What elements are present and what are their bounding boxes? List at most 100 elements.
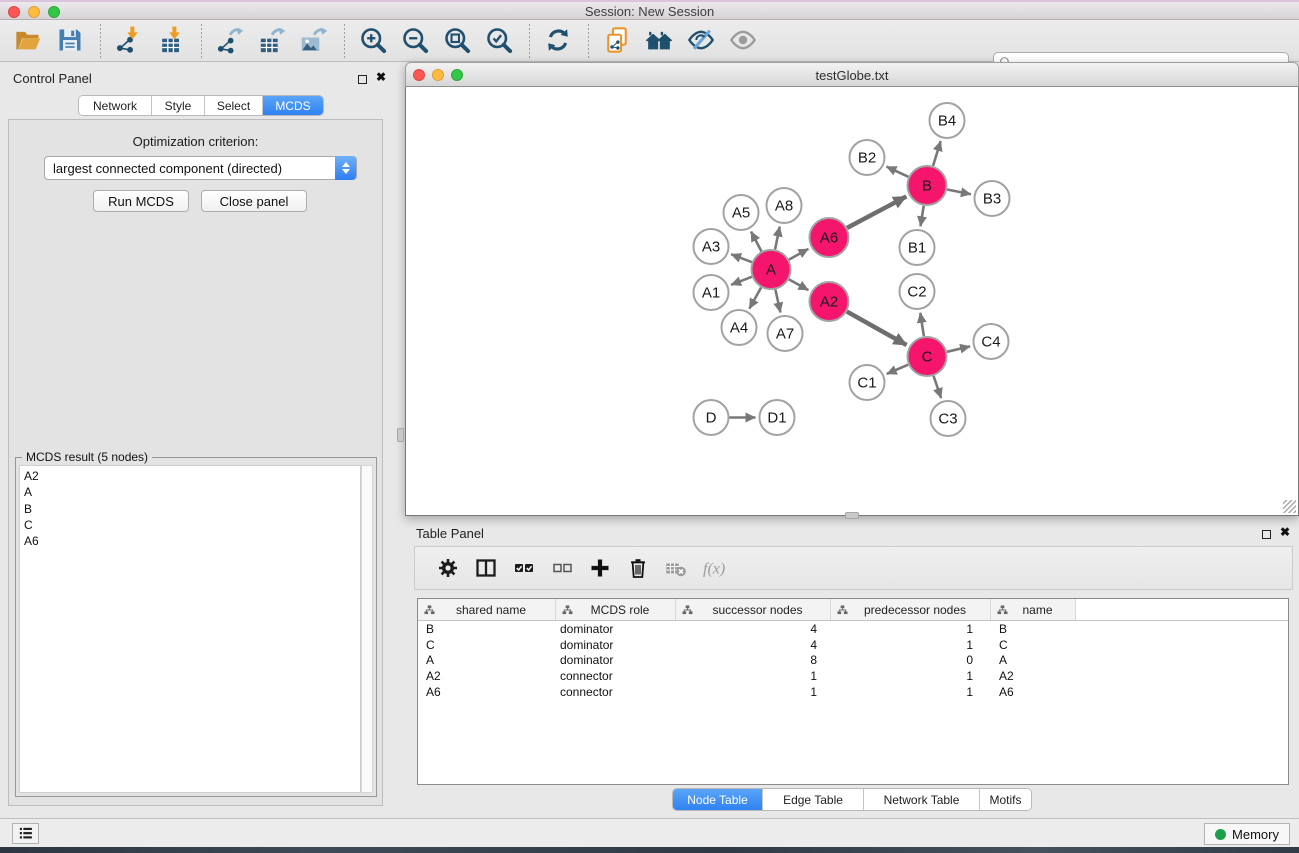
edge-C-C2[interactable] [920,313,924,336]
manage-styles-button[interactable] [603,26,633,56]
zoom-in-button[interactable] [359,26,389,56]
horizontal-scrollbar-thumb[interactable] [845,512,859,519]
function-builder-button[interactable]: f(x) [697,553,731,583]
export-network-button[interactable] [216,26,246,56]
table-row[interactable]: Cdominator41C [418,637,1288,653]
node-B3[interactable]: B3 [975,181,1010,216]
column-header-shared-name[interactable]: shared name [418,599,556,620]
close-table-panel-icon[interactable]: ✖ [1280,525,1290,539]
edge-B-B2[interactable] [886,167,908,177]
tab-style[interactable]: Style [152,96,205,115]
column-header-MCDS-role[interactable]: MCDS role [556,599,676,620]
close-panel-icon[interactable]: ✖ [376,70,386,84]
mcds-result-list[interactable]: A2ABCA6 [19,465,361,793]
node-A3[interactable]: A3 [694,229,729,264]
open-session-button[interactable] [14,26,44,56]
edge-C-C1[interactable] [887,365,908,374]
close-panel-button[interactable]: Close panel [201,190,307,212]
node-B2[interactable]: B2 [850,140,885,175]
node-A6[interactable]: A6 [810,218,849,257]
select-all-checkboxes-button[interactable] [507,553,541,583]
table-row[interactable]: Bdominator41B [418,621,1288,637]
node-table[interactable]: shared nameMCDS rolesuccessor nodesprede… [417,598,1289,785]
network-window-titlebar[interactable]: testGlobe.txt [405,62,1299,87]
tab-edge-table[interactable]: Edge Table [763,789,864,810]
import-table-button[interactable] [157,26,187,56]
edge-A-A5[interactable] [751,232,761,252]
node-B4[interactable]: B4 [930,103,965,138]
add-column-button[interactable] [583,553,617,583]
edge-A-A6[interactable] [789,249,808,260]
show-hide-graphics-details-button[interactable] [687,26,717,56]
node-A5[interactable]: A5 [724,195,759,230]
task-history-button[interactable] [12,823,39,844]
node-D1[interactable]: D1 [760,400,795,435]
mcds-result-item[interactable]: B [24,501,360,517]
import-network-button[interactable] [115,26,145,56]
edge-C-C4[interactable] [947,346,970,351]
resize-grip-icon[interactable] [1283,500,1296,513]
export-table-button[interactable] [258,26,288,56]
mcds-result-item[interactable]: A6 [24,533,360,549]
mcds-result-item[interactable]: A2 [24,468,360,484]
table-row[interactable]: A6connector11A6 [418,684,1288,700]
node-D[interactable]: D [694,400,729,435]
node-A2[interactable]: A2 [810,282,849,321]
float-table-panel-icon[interactable] [1262,530,1271,539]
network-canvas[interactable]: A5A8A6A3AA1A4A7A2B2B4BB3B1C2CC4C1C3DD1 [405,87,1299,516]
delete-columns-button[interactable] [621,553,655,583]
node-B1[interactable]: B1 [900,230,935,265]
zoom-fit-content-button[interactable] [443,26,473,56]
edge-B-B4[interactable] [933,141,941,166]
edge-A2-C[interactable] [847,312,907,345]
node-A4[interactable]: A4 [722,310,757,345]
tab-node-table[interactable]: Node Table [673,789,763,810]
node-B[interactable]: B [908,166,947,205]
edge-A-A4[interactable] [749,287,761,308]
node-A1[interactable]: A1 [694,275,729,310]
edge-B-B3[interactable] [947,190,971,195]
tab-network[interactable]: Network [79,96,152,115]
zoom-selected-region-button[interactable] [485,26,515,56]
tab-network-table[interactable]: Network Table [864,789,980,810]
deselect-all-checkboxes-button[interactable] [545,553,579,583]
node-C2[interactable]: C2 [900,274,935,309]
node-C3[interactable]: C3 [931,401,966,436]
mcds-result-item[interactable]: C [24,517,360,533]
edge-A-A7[interactable] [775,290,780,313]
mcds-result-item[interactable]: A [24,484,360,500]
edge-A-A8[interactable] [775,227,780,250]
edge-A6-B[interactable] [847,197,906,228]
refresh-view-button[interactable] [544,26,574,56]
tab-select[interactable]: Select [205,96,263,115]
node-C[interactable]: C [908,337,947,376]
run-mcds-button[interactable]: Run MCDS [93,190,189,212]
memory-button[interactable]: Memory [1204,823,1290,845]
float-panel-icon[interactable] [358,75,367,84]
criterion-dropdown[interactable]: largest connected component (directed) [44,156,357,180]
node-A8[interactable]: A8 [767,188,802,223]
save-session-button[interactable] [56,26,86,56]
split-panel-button[interactable] [469,553,503,583]
node-A7[interactable]: A7 [768,316,803,351]
node-C1[interactable]: C1 [850,365,885,400]
edge-B-B1[interactable] [920,206,923,227]
settings-gear-button[interactable] [431,553,465,583]
node-A[interactable]: A [752,250,791,289]
edge-A-A3[interactable] [731,254,752,262]
vertical-scrollbar-thumb[interactable] [397,428,404,442]
table-row[interactable]: Adominator80A [418,652,1288,668]
edge-A-A2[interactable] [789,279,808,290]
delete-table-button[interactable] [659,553,693,583]
table-row[interactable]: A2connector11A2 [418,668,1288,684]
edge-A-A1[interactable] [731,277,752,285]
home-pair-button[interactable] [645,26,675,56]
tab-mcds[interactable]: MCDS [263,96,323,115]
birds-eye-view-button[interactable] [729,26,759,56]
column-header-name[interactable]: name [991,599,1076,620]
export-image-button[interactable] [300,26,330,56]
zoom-out-button[interactable] [401,26,431,56]
column-header-predecessor-nodes[interactable]: predecessor nodes [831,599,991,620]
edge-C-C3[interactable] [934,376,942,398]
column-header-successor-nodes[interactable]: successor nodes [676,599,831,620]
